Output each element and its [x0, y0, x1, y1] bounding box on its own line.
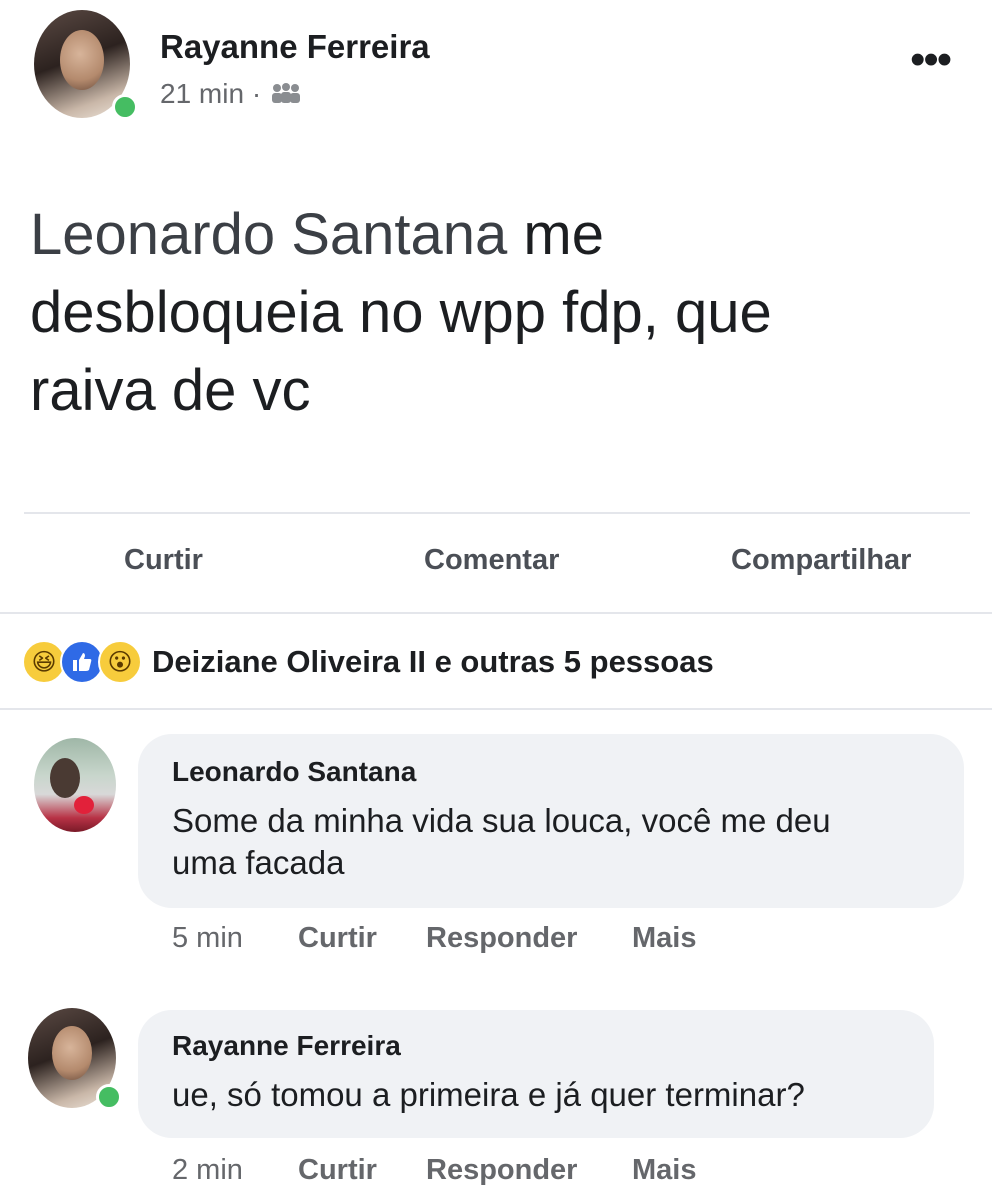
comment-text: ue, só tomou a primeira e já quer termin…	[172, 1076, 805, 1113]
post-body: Leonardo Santana me desbloqueia no wpp f…	[30, 196, 970, 430]
post-text-line2: desbloqueia no wpp fdp, que	[30, 280, 772, 345]
divider	[24, 512, 970, 514]
post-time[interactable]: 21 min	[160, 78, 244, 109]
share-button[interactable]: Compartilhar	[731, 544, 911, 577]
more-options-icon[interactable]: •••	[910, 38, 952, 82]
post-meta: 21 min ·	[160, 78, 303, 112]
comment-author[interactable]: Rayanne Ferreira	[172, 1030, 401, 1062]
comment-like-button[interactable]: Curtir	[298, 922, 377, 955]
divider	[0, 612, 992, 614]
comment-button[interactable]: Comentar	[424, 544, 559, 577]
comment-more-button[interactable]: Mais	[632, 922, 696, 955]
comment-text: Some da minha vida sua louca, você me de…	[172, 800, 952, 884]
comment-reply-button[interactable]: Responder	[426, 1154, 577, 1187]
post-text-line3: raiva de vc	[30, 358, 311, 423]
comment-bubble: Rayanne Ferreira ue, só tomou a primeira…	[138, 1010, 934, 1138]
online-status-indicator	[96, 1084, 122, 1110]
poster-name[interactable]: Rayanne Ferreira	[160, 28, 430, 66]
comment-like-button[interactable]: Curtir	[298, 1154, 377, 1187]
reactions-text[interactable]: Deiziane Oliveira II e outras 5 pessoas	[152, 644, 714, 680]
like-button[interactable]: Curtir	[124, 544, 203, 577]
comment-author[interactable]: Leonardo Santana	[172, 756, 416, 788]
comment-more-button[interactable]: Mais	[632, 1154, 696, 1187]
comment-time[interactable]: 2 min	[172, 1154, 243, 1187]
comment-reply-button[interactable]: Responder	[426, 922, 577, 955]
reactions-summary[interactable]: 😆 😮 Deiziane Oliveira II e outras 5 pess…	[22, 640, 714, 684]
comment-text-line: uma facada	[172, 844, 345, 881]
divider	[0, 708, 992, 710]
mention-link[interactable]: Leonardo Santana	[30, 202, 507, 267]
wow-icon: 😮	[98, 640, 142, 684]
commenter-avatar[interactable]	[34, 738, 116, 832]
friends-icon	[269, 80, 303, 112]
online-status-indicator	[112, 94, 138, 120]
post-text-line1: me	[507, 202, 604, 267]
comment-time[interactable]: 5 min	[172, 922, 243, 955]
meta-separator: ·	[251, 78, 262, 109]
comment-text-line: Some da minha vida sua louca, você me de…	[172, 802, 831, 839]
comment-bubble: Leonardo Santana Some da minha vida sua …	[138, 734, 964, 908]
